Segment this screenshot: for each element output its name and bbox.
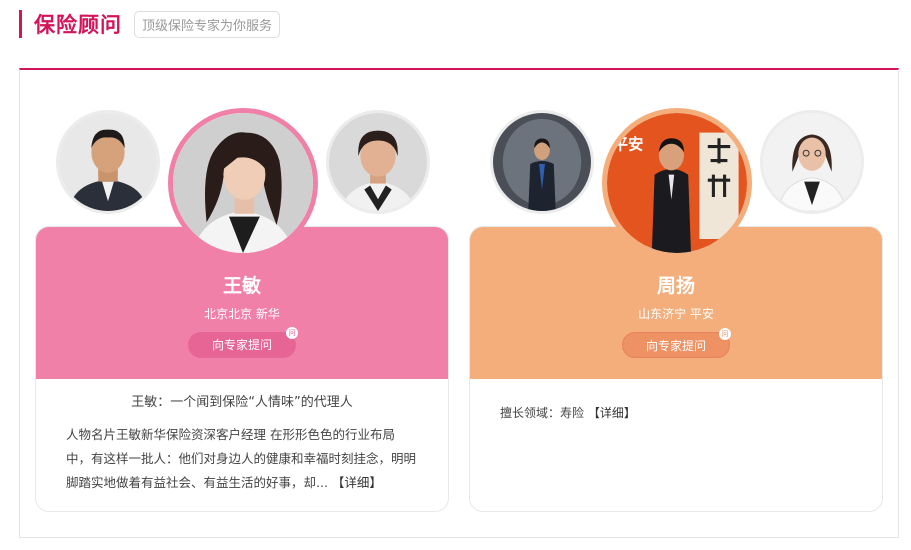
article-title[interactable]: 王敏：一个闻到保险“人情味”的代理人 (66, 391, 418, 415)
advisor-name[interactable]: 周扬 (470, 271, 882, 298)
advisor-card-zhouyang: 周扬 山东济宁 平安 向专家提问 问 擅长领域：寿险 【详细】 (469, 226, 883, 512)
section-title: 保险顾问 (34, 13, 122, 37)
ask-expert-button[interactable]: 向专家提问 问 (622, 328, 731, 358)
expertise-line: 擅长领域：寿险 【详细】 (500, 401, 852, 425)
svg-text:平安: 平安 (613, 134, 644, 153)
detail-link[interactable]: 【详细】 (588, 406, 636, 420)
avatar-photo-woman (329, 113, 427, 211)
advisor-card-body: 擅长领域：寿险 【详细】 (470, 379, 882, 437)
avatar-photo-man (59, 113, 157, 211)
expertise-text: 擅长领域：寿险 (500, 406, 585, 420)
advisor-location: 北京北京 新华 (204, 307, 280, 321)
advisor-name[interactable]: 王敏 (36, 271, 448, 298)
advisor-avatar-small[interactable] (56, 110, 160, 214)
avatar-photo-woman-white (763, 113, 861, 211)
advisor-location: 山东济宁 平安 (638, 307, 714, 321)
advisor-avatar-featured[interactable]: 平安 (602, 108, 752, 258)
question-badge-icon: 问 (719, 328, 731, 340)
article-excerpt: 人物名片王敏新华保险资深客户经理 在形形色色的行业布局中，有这样一批人：他们对身… (66, 423, 418, 495)
advisor-avatar-small[interactable] (326, 110, 430, 214)
section-subtitle: 顶级保险专家为你服务 (134, 10, 281, 38)
advisor-card-wangmin: 王敏 北京北京 新华 向专家提问 问 王敏：一个闻到保险“人情味”的代理人 人物… (35, 226, 449, 512)
advisor-avatar-small[interactable] (760, 110, 864, 214)
advisor-avatar-featured[interactable] (168, 108, 318, 258)
advisor-avatar-small[interactable] (490, 110, 594, 214)
avatar-photo-wangmin (173, 113, 313, 253)
detail-link[interactable]: 【详细】 (332, 475, 382, 490)
ask-expert-label: 向专家提问 (211, 338, 272, 352)
question-badge-icon: 问 (286, 327, 298, 339)
advisor-panel: 王敏 北京北京 新华 向专家提问 问 王敏：一个闻到保险“人情味”的代理人 人物… (19, 68, 899, 538)
ask-expert-label: 向专家提问 (645, 339, 706, 353)
ask-expert-button[interactable]: 向专家提问 问 (188, 327, 298, 358)
avatar-photo-zhouyang: 平安 (607, 113, 747, 253)
avatar-photo-man-suit (493, 113, 591, 211)
advisor-card-body: 王敏：一个闻到保险“人情味”的代理人 人物名片王敏新华保险资深客户经理 在形形色… (36, 379, 448, 507)
section-header: 保险顾问 顶级保险专家为你服务 (19, 8, 281, 40)
header-accent-bar (19, 10, 22, 38)
